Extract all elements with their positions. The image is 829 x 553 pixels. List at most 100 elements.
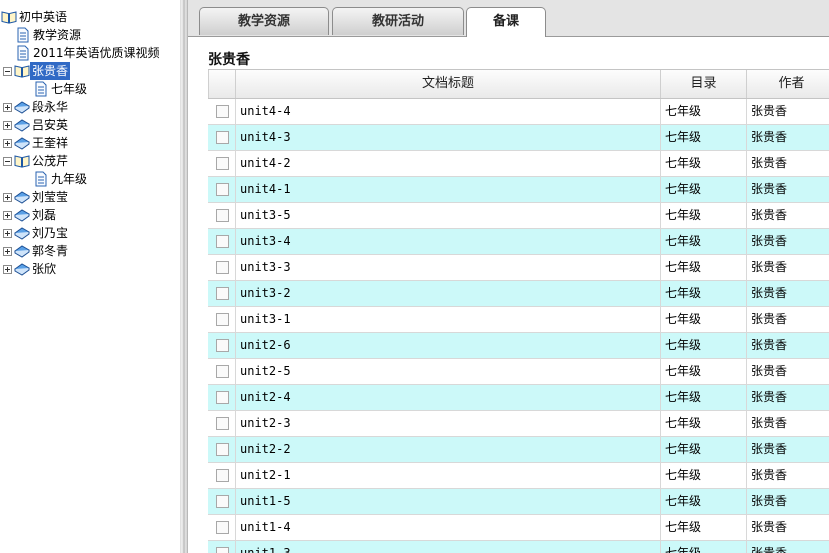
table-row[interactable]: unit4-3 七年级 张贵香 [208, 125, 829, 151]
row-title[interactable]: unit2-6 [235, 333, 660, 358]
row-checkbox[interactable] [216, 313, 229, 326]
header-title[interactable]: 文档标题 [235, 70, 660, 98]
row-title[interactable]: unit3-1 [235, 307, 660, 332]
tab-bar: 教学资源 教研活动 备课 [188, 0, 829, 37]
row-checkbox[interactable] [216, 547, 229, 553]
row-checkbox[interactable] [216, 131, 229, 144]
tree-node-label: 段永华 [32, 100, 69, 114]
row-author: 张贵香 [746, 307, 829, 332]
row-checkbox-cell [208, 229, 235, 254]
header-directory[interactable]: 目录 [660, 70, 746, 98]
expand-toggle-icon[interactable] [3, 229, 12, 238]
tab-research-activities[interactable]: 教研活动 [332, 7, 464, 35]
grid-header: 文档标题 目录 作者 [208, 69, 829, 99]
row-author: 张贵香 [746, 177, 829, 202]
closed-book-icon [14, 263, 30, 276]
expand-toggle-icon[interactable] [3, 247, 12, 256]
tab-teaching-resources[interactable]: 教学资源 [199, 7, 329, 35]
row-title[interactable]: unit1-5 [235, 489, 660, 514]
row-directory: 七年级 [660, 307, 746, 332]
row-checkbox[interactable] [216, 105, 229, 118]
tree-node-label: 2011年英语优质课视频 [33, 46, 160, 60]
row-directory: 七年级 [660, 281, 746, 306]
expand-toggle-icon[interactable] [3, 193, 12, 202]
row-checkbox[interactable] [216, 521, 229, 534]
row-checkbox[interactable] [216, 443, 229, 456]
document-tree: 初中英语 教学资源 2011年英语优质课视频 张贵香 七年级 段永华 吕安英 王… [0, 0, 180, 553]
row-checkbox[interactable] [216, 495, 229, 508]
row-title[interactable]: unit3-5 [235, 203, 660, 228]
table-row[interactable]: unit2-4 七年级 张贵香 [208, 385, 829, 411]
tab-lesson-prep[interactable]: 备课 [466, 7, 546, 37]
row-checkbox-cell [208, 203, 235, 228]
closed-book-icon [14, 137, 30, 150]
row-title[interactable]: unit2-2 [235, 437, 660, 462]
table-row[interactable]: unit2-3 七年级 张贵香 [208, 411, 829, 437]
row-checkbox[interactable] [216, 183, 229, 196]
row-title[interactable]: unit4-4 [235, 99, 660, 124]
panel-splitter[interactable] [180, 0, 188, 553]
tree-node-label: 教学资源 [33, 28, 82, 42]
row-checkbox[interactable] [216, 339, 229, 352]
table-row[interactable]: unit3-5 七年级 张贵香 [208, 203, 829, 229]
row-checkbox-cell [208, 437, 235, 462]
row-author: 张贵香 [746, 411, 829, 436]
table-row[interactable]: unit3-1 七年级 张贵香 [208, 307, 829, 333]
row-title[interactable]: unit2-5 [235, 359, 660, 384]
table-row[interactable]: unit2-1 七年级 张贵香 [208, 463, 829, 489]
row-checkbox[interactable] [216, 469, 229, 482]
row-checkbox[interactable] [216, 157, 229, 170]
row-checkbox[interactable] [216, 209, 229, 222]
row-checkbox-cell [208, 489, 235, 514]
row-title[interactable]: unit4-3 [235, 125, 660, 150]
row-title[interactable]: unit3-3 [235, 255, 660, 280]
row-title[interactable]: unit2-3 [235, 411, 660, 436]
row-title[interactable]: unit3-4 [235, 229, 660, 254]
collapse-toggle-icon[interactable] [3, 157, 12, 166]
tree-node-label: 王奎祥 [32, 136, 69, 150]
table-row[interactable]: unit3-4 七年级 张贵香 [208, 229, 829, 255]
row-checkbox[interactable] [216, 391, 229, 404]
collapse-toggle-icon[interactable] [3, 67, 12, 76]
row-author: 张贵香 [746, 229, 829, 254]
row-title[interactable]: unit2-1 [235, 463, 660, 488]
open-book-icon [14, 65, 30, 78]
row-title[interactable]: unit3-2 [235, 281, 660, 306]
row-author: 张贵香 [746, 333, 829, 358]
header-author[interactable]: 作者 [746, 70, 829, 98]
table-row[interactable]: unit2-2 七年级 张贵香 [208, 437, 829, 463]
table-row[interactable]: unit2-6 七年级 张贵香 [208, 333, 829, 359]
row-directory: 七年级 [660, 177, 746, 202]
row-checkbox[interactable] [216, 261, 229, 274]
table-row[interactable]: unit3-3 七年级 张贵香 [208, 255, 829, 281]
expand-toggle-icon[interactable] [3, 103, 12, 112]
expand-toggle-icon[interactable] [3, 211, 12, 220]
row-author: 张贵香 [746, 541, 829, 553]
expand-toggle-icon[interactable] [3, 121, 12, 130]
table-row[interactable]: unit2-5 七年级 张贵香 [208, 359, 829, 385]
table-row[interactable]: unit3-2 七年级 张贵香 [208, 281, 829, 307]
table-row[interactable]: unit1-3 七年级 张贵香 [208, 541, 829, 553]
row-directory: 七年级 [660, 229, 746, 254]
expand-toggle-icon[interactable] [3, 139, 12, 148]
tree-node-label: 刘乃宝 [32, 226, 69, 240]
row-author: 张贵香 [746, 515, 829, 540]
row-checkbox[interactable] [216, 417, 229, 430]
row-title[interactable]: unit1-4 [235, 515, 660, 540]
row-checkbox-cell [208, 463, 235, 488]
table-row[interactable]: unit4-1 七年级 张贵香 [208, 177, 829, 203]
row-title[interactable]: unit4-1 [235, 177, 660, 202]
row-title[interactable]: unit1-3 [235, 541, 660, 553]
row-checkbox-cell [208, 151, 235, 176]
row-title[interactable]: unit4-2 [235, 151, 660, 176]
table-row[interactable]: unit1-5 七年级 张贵香 [208, 489, 829, 515]
expand-toggle-icon[interactable] [3, 265, 12, 274]
table-row[interactable]: unit4-2 七年级 张贵香 [208, 151, 829, 177]
row-checkbox[interactable] [216, 365, 229, 378]
tree-node-label: 公茂芹 [32, 154, 69, 168]
row-title[interactable]: unit2-4 [235, 385, 660, 410]
row-checkbox[interactable] [216, 287, 229, 300]
row-checkbox[interactable] [216, 235, 229, 248]
table-row[interactable]: unit4-4 七年级 张贵香 [208, 99, 829, 125]
table-row[interactable]: unit1-4 七年级 张贵香 [208, 515, 829, 541]
